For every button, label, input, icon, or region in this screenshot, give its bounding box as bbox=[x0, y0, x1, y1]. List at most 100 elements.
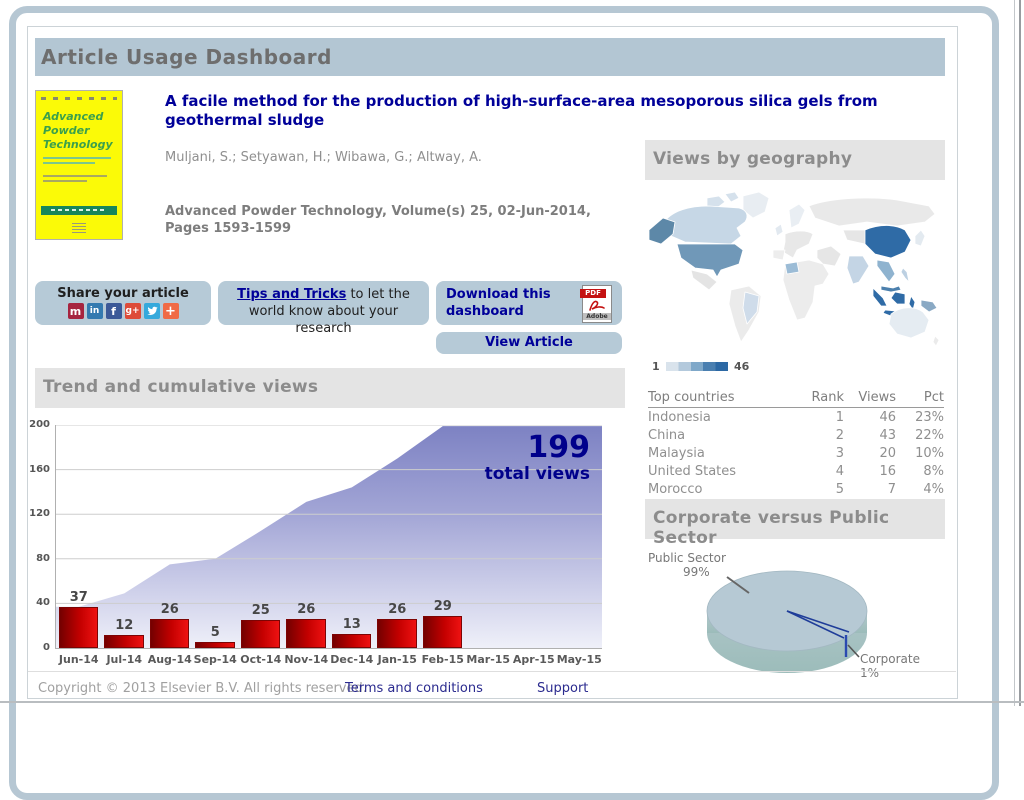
trend-bar-jun-14 bbox=[59, 607, 99, 648]
x-tick-label: May-15 bbox=[557, 653, 603, 666]
cover-footer-mark bbox=[72, 223, 86, 233]
tips-text: Tips and Tricks to let the world know ab… bbox=[224, 286, 423, 337]
view-article-button[interactable]: View Article bbox=[436, 332, 622, 354]
bar-value-label: 12 bbox=[102, 618, 148, 633]
cell-name: Malaysia bbox=[648, 446, 798, 461]
map-country-brazil bbox=[743, 292, 759, 324]
cell-name: Morocco bbox=[648, 482, 798, 497]
footer-separator bbox=[28, 671, 956, 672]
map-legend-min: 1 bbox=[652, 360, 660, 373]
bar-value-label: 26 bbox=[147, 602, 193, 617]
x-tick-label: Dec-14 bbox=[329, 653, 375, 666]
total-views-label: total views bbox=[430, 464, 590, 484]
cell-rank: 1 bbox=[798, 410, 844, 425]
x-tick-label: Mar-15 bbox=[466, 653, 512, 666]
trend-bar-sep-14 bbox=[195, 642, 235, 648]
cell-name: China bbox=[648, 428, 798, 443]
cell-views: 16 bbox=[844, 464, 896, 479]
cell-views: 7 bbox=[844, 482, 896, 497]
googleplus-icon[interactable]: g+ bbox=[125, 303, 141, 319]
bar-value-label: 37 bbox=[56, 590, 102, 605]
public-sector-pct: 99% bbox=[683, 565, 710, 579]
sector-pie-chart: Public Sector 99% Corporate 1% bbox=[645, 545, 945, 695]
top-countries-rows: Indonesia14623%China24322%Malaysia32010%… bbox=[648, 408, 944, 498]
top-countries-row: United States4168% bbox=[648, 462, 944, 480]
y-tick-label: 120 bbox=[18, 508, 50, 519]
cover-subtitle-line bbox=[43, 157, 111, 159]
mendeley-icon[interactable]: m bbox=[68, 303, 84, 319]
x-tick-label: Jun-14 bbox=[56, 653, 102, 666]
x-tick-label: Nov-14 bbox=[284, 653, 330, 666]
map-country-australia bbox=[889, 308, 929, 338]
y-tick-label: 160 bbox=[18, 464, 50, 475]
article-title: A facile method for the production of hi… bbox=[165, 92, 947, 130]
top-countries-table: Top countries Rank Views Pct Indonesia14… bbox=[648, 390, 944, 498]
total-views-value: 199 bbox=[430, 432, 590, 464]
facebook-icon[interactable]: f bbox=[106, 303, 122, 319]
col-header-pct: Pct bbox=[896, 390, 944, 405]
download-dashboard-label: Download this dashboard bbox=[446, 286, 566, 320]
col-header-views: Views bbox=[844, 390, 896, 405]
map-country-morocco bbox=[785, 262, 799, 274]
x-tick-label: Oct-14 bbox=[238, 653, 284, 666]
geography-section-band: Views by geography bbox=[645, 140, 945, 180]
trend-bar-oct-14 bbox=[241, 620, 281, 648]
cell-pct: 4% bbox=[896, 482, 944, 497]
cell-rank: 2 bbox=[798, 428, 844, 443]
trend-section-title: Trend and cumulative views bbox=[43, 377, 318, 397]
copyright-text: Copyright © 2013 Elsevier B.V. All right… bbox=[38, 681, 367, 696]
top-countries-row: Morocco574% bbox=[648, 480, 944, 498]
cover-top-decoration bbox=[41, 97, 117, 100]
y-tick-label: 0 bbox=[18, 642, 50, 653]
pdf-badge: PDF bbox=[580, 289, 606, 298]
cell-rank: 3 bbox=[798, 446, 844, 461]
x-tick-label: Sep-14 bbox=[193, 653, 239, 666]
map-country-china bbox=[865, 226, 911, 259]
article-source: Advanced Powder Technology, Volume(s) 25… bbox=[165, 203, 645, 237]
x-tick-label: Jul-14 bbox=[102, 653, 148, 666]
y-tick-label: 80 bbox=[18, 553, 50, 564]
support-link[interactable]: Support bbox=[537, 681, 588, 696]
pdf-swirl-glyph bbox=[588, 299, 606, 312]
cover-text-line bbox=[43, 180, 87, 182]
download-dashboard-button[interactable]: Download this dashboard PDF Adobe bbox=[436, 281, 622, 325]
x-tick-label: Aug-14 bbox=[147, 653, 193, 666]
bar-value-label: 26 bbox=[375, 602, 421, 617]
cell-rank: 5 bbox=[798, 482, 844, 497]
trend-bar-jan-15 bbox=[377, 619, 417, 648]
bar-value-label: 29 bbox=[420, 599, 466, 614]
public-sector-label: Public Sector bbox=[648, 551, 726, 565]
addthis-icon[interactable]: + bbox=[163, 303, 179, 319]
cell-views: 20 bbox=[844, 446, 896, 461]
share-box: Share your article minfg++ bbox=[35, 281, 211, 325]
terms-and-conditions-link[interactable]: Terms and conditions bbox=[345, 681, 483, 696]
x-tick-label: Jan-15 bbox=[375, 653, 421, 666]
trend-section-band: Trend and cumulative views bbox=[35, 368, 625, 408]
cell-pct: 23% bbox=[896, 410, 944, 425]
sector-section-title: Corporate versus Public Sector bbox=[653, 508, 945, 548]
x-tick-label: Apr-15 bbox=[511, 653, 557, 666]
map-country-philippines bbox=[901, 268, 909, 282]
cell-name: Indonesia bbox=[648, 410, 798, 425]
corporate-label: Corporate bbox=[860, 652, 920, 666]
bar-value-label: 5 bbox=[193, 625, 239, 640]
map-country-malaysia bbox=[881, 286, 901, 292]
y-tick-label: 40 bbox=[18, 597, 50, 608]
map-country-india bbox=[847, 256, 869, 284]
total-views-callout: 199 total views bbox=[430, 432, 590, 484]
tips-and-tricks-link[interactable]: Tips and Tricks bbox=[237, 287, 346, 302]
cell-views: 46 bbox=[844, 410, 896, 425]
bar-value-label: 26 bbox=[284, 602, 330, 617]
article-source-line2: Pages 1593-1599 bbox=[165, 221, 291, 236]
cell-rank: 4 bbox=[798, 464, 844, 479]
top-countries-header-row: Top countries Rank Views Pct bbox=[648, 390, 944, 408]
col-header-top-countries: Top countries bbox=[648, 390, 798, 405]
top-countries-row: Malaysia32010% bbox=[648, 444, 944, 462]
map-country-canada bbox=[663, 206, 747, 244]
trend-bar-jul-14 bbox=[104, 635, 144, 648]
twitter-icon[interactable] bbox=[144, 303, 160, 319]
pdf-brand-label: Adobe bbox=[583, 313, 611, 320]
top-countries-row: Indonesia14623% bbox=[648, 408, 944, 426]
linkedin-icon[interactable]: in bbox=[87, 303, 103, 319]
share-icons-row: minfg+ + bbox=[35, 303, 211, 319]
